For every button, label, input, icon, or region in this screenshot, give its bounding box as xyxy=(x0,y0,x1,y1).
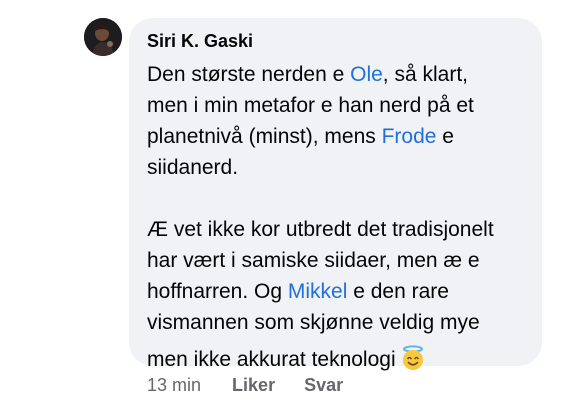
comment-text: e den rare xyxy=(347,280,449,303)
mention-link-frode[interactable]: Frode xyxy=(382,125,437,148)
comment-text: siidanerd. xyxy=(147,156,239,179)
comment-text: planetnivå (minst), mens xyxy=(147,125,382,148)
like-button[interactable]: Liker xyxy=(232,375,275,395)
comment-text: men ikke akkurat teknologi xyxy=(147,348,396,371)
comment-text: Den største nerden e xyxy=(147,63,351,86)
comment-actions: 13 min Liker Svar xyxy=(147,374,367,396)
reply-button[interactable]: Svar xyxy=(304,375,343,395)
avatar[interactable] xyxy=(84,18,122,56)
avatar-portrait-icon xyxy=(84,18,122,56)
comment-text: e xyxy=(436,125,454,148)
comment-text: hoffnarren. Og xyxy=(147,280,288,303)
comment-thread: Siri K. Gaski Den største nerden e Ole, … xyxy=(0,0,569,405)
comment-paragraph-2: Æ vet ikke kor utbredt det tradisjonelt … xyxy=(147,214,524,380)
comment-author[interactable]: Siri K. Gaski xyxy=(147,30,524,52)
mention-link-mikkel[interactable]: Mikkel xyxy=(288,280,348,303)
comment-paragraph-1: Den største nerden e Ole, så klart, men … xyxy=(147,59,524,183)
comment-text: men i min metafor e han nerd på et xyxy=(147,94,474,117)
comment-bubble: Siri K. Gaski Den største nerden e Ole, … xyxy=(129,18,542,371)
mention-link-ole[interactable]: Ole xyxy=(350,63,383,86)
comment-text: Æ vet ikke kor utbredt det tradisjonelt xyxy=(147,218,494,241)
smiling-face-with-halo-icon xyxy=(400,345,426,380)
comment-timestamp[interactable]: 13 min xyxy=(147,375,201,395)
comment-text: har vært i samiske siidaer, men æ e xyxy=(147,249,480,272)
comment-text: , så klart, xyxy=(382,63,468,86)
comment-text: vismannen som skjønne veldig mye xyxy=(147,311,480,334)
